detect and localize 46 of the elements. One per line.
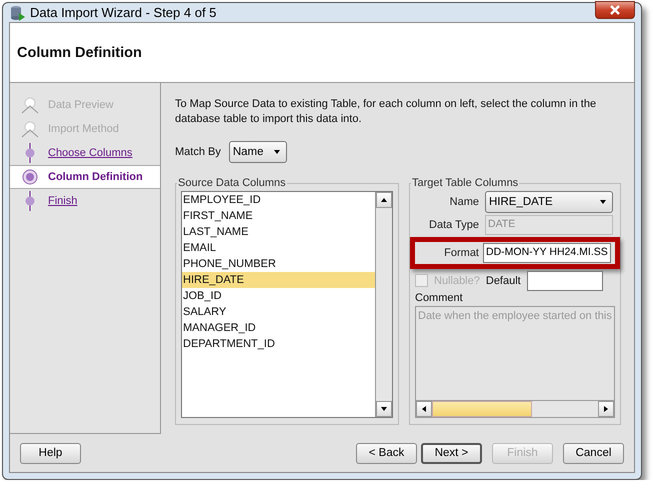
field-label: Format <box>443 246 479 259</box>
close-button[interactable] <box>595 0 635 18</box>
step-item[interactable]: Finish <box>10 189 160 213</box>
list-item[interactable]: SALARY <box>182 304 375 320</box>
step-item[interactable]: Choose Columns <box>10 141 160 165</box>
close-icon <box>609 4 621 14</box>
step-node-icon <box>20 119 40 139</box>
down-arrow-icon <box>380 405 388 413</box>
default-field[interactable] <box>526 270 603 291</box>
list-item[interactable]: JOB_ID <box>182 288 375 304</box>
window-title: Data Import Wizard - Step 4 of 5 <box>30 5 218 20</box>
caret-icon <box>599 198 607 206</box>
dialog-button[interactable]: < Back <box>356 442 417 464</box>
database-icon <box>9 4 25 20</box>
field-label: Default <box>486 274 521 287</box>
match-by-dropdown[interactable]: Name <box>228 141 287 163</box>
list-item[interactable]: DEPARTMENT_ID <box>182 336 375 352</box>
list-item[interactable]: PHONE_NUMBER <box>182 256 375 272</box>
page-title: Column Definition <box>17 44 142 60</box>
target-column-dropdown[interactable]: HIRE_DATE <box>485 191 613 214</box>
vertical-scrollbar[interactable] <box>375 192 392 417</box>
field-label: Data Type <box>428 219 479 232</box>
field-label: Name <box>448 196 479 208</box>
dialog-button[interactable]: Next > <box>421 442 482 464</box>
caret-icon <box>272 148 281 156</box>
dialog-button[interactable]: Help <box>20 442 81 464</box>
up-arrow-icon <box>380 196 388 204</box>
format-field[interactable]: DD-MON-YY HH24.MI.SS <box>483 242 611 263</box>
list-item[interactable]: MANAGER_ID <box>182 320 375 336</box>
list-item[interactable]: FIRST_NAME <box>182 208 375 224</box>
group-title: Target Table Columns <box>411 177 520 189</box>
group-title: Source Data Columns <box>177 177 287 189</box>
field-label: Comment <box>415 292 464 304</box>
step-node-icon <box>20 167 40 187</box>
list-item[interactable]: EMPLOYEE_ID <box>182 192 375 208</box>
left-arrow-icon <box>420 404 428 413</box>
dialog-button[interactable]: Cancel <box>563 442 624 464</box>
step-node-icon <box>20 95 40 115</box>
match-by-label: Match By <box>175 146 221 158</box>
list-item[interactable]: LAST_NAME <box>182 224 375 240</box>
right-arrow-icon <box>602 404 610 413</box>
checkbox-label: Nullable? <box>434 274 480 287</box>
list-item[interactable]: HIRE_DATE <box>182 272 375 288</box>
list-item[interactable]: EMAIL <box>182 240 375 256</box>
instructions-text: To Map Source Data to existing Table, for each column on left, select the column in the database table to import this data into. <box>175 97 598 127</box>
step-item[interactable]: Column Definition <box>10 165 160 189</box>
